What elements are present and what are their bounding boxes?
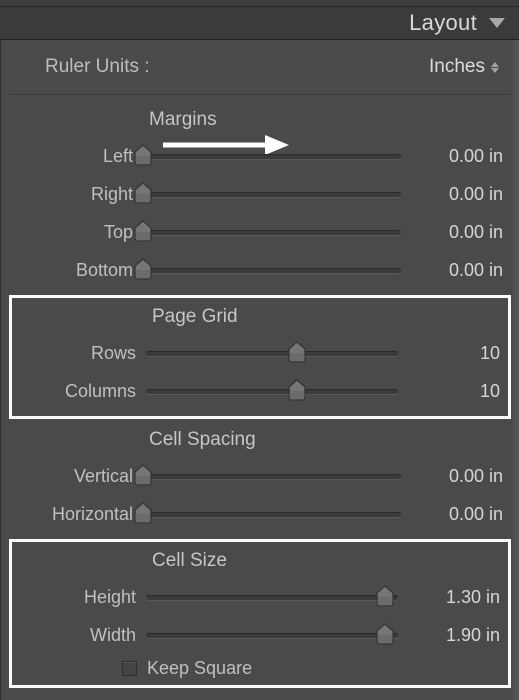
- margin-left-slider[interactable]: [143, 145, 401, 167]
- margin-top-value[interactable]: 0.00 in: [401, 222, 503, 243]
- cell-size-section: Cell Size Height 1.30 in Width 1.90 in K…: [9, 539, 511, 688]
- vertical-spacing-row: Vertical 0.00 in: [9, 457, 511, 495]
- margin-bottom-label: Bottom: [9, 260, 143, 281]
- cell-width-value[interactable]: 1.90 in: [398, 625, 500, 646]
- slider-handle-icon[interactable]: [376, 623, 394, 645]
- slider-handle-icon[interactable]: [134, 220, 152, 242]
- cell-size-title: Cell Size: [12, 550, 508, 572]
- ruler-units-dropdown[interactable]: Inches: [429, 56, 499, 78]
- margin-top-row: Top 0.00 in: [9, 213, 511, 251]
- margin-left-value[interactable]: 0.00 in: [401, 146, 503, 167]
- cell-height-row: Height 1.30 in: [12, 578, 508, 616]
- margin-right-row: Right 0.00 in: [9, 175, 511, 213]
- slider-handle-icon[interactable]: [288, 341, 306, 363]
- margin-top-label: Top: [9, 222, 143, 243]
- ruler-units-row: Ruler Units : Inches: [9, 40, 511, 95]
- layout-panel-body: Ruler Units : Inches Margins Left 0.00 i…: [0, 40, 519, 700]
- page-grid-section: Page Grid Rows 10 Columns 10: [9, 295, 511, 419]
- keep-square-label: Keep Square: [147, 658, 252, 679]
- horizontal-spacing-row: Horizontal 0.00 in: [9, 495, 511, 533]
- slider-handle-icon[interactable]: [134, 464, 152, 486]
- margin-top-slider[interactable]: [143, 221, 401, 243]
- columns-row: Columns 10: [12, 372, 508, 410]
- columns-label: Columns: [12, 381, 146, 402]
- columns-value[interactable]: 10: [398, 381, 500, 402]
- slider-handle-icon[interactable]: [134, 182, 152, 204]
- horizontal-spacing-value[interactable]: 0.00 in: [401, 504, 503, 525]
- keep-square-checkbox[interactable]: [122, 661, 137, 676]
- margin-left-label: Left: [9, 146, 143, 167]
- margin-right-label: Right: [9, 184, 143, 205]
- vertical-spacing-label: Vertical: [9, 466, 143, 487]
- keep-square-row: Keep Square: [12, 654, 508, 679]
- margin-right-slider[interactable]: [143, 183, 401, 205]
- panel-title: Layout: [409, 10, 477, 36]
- slider-handle-icon[interactable]: [376, 585, 394, 607]
- cell-spacing-section: Cell Spacing Vertical 0.00 in Horizontal…: [9, 421, 511, 537]
- slider-handle-icon[interactable]: [134, 144, 152, 166]
- vertical-spacing-slider[interactable]: [143, 465, 401, 487]
- cell-spacing-title: Cell Spacing: [9, 429, 511, 451]
- collapse-triangle-icon[interactable]: [489, 18, 505, 28]
- margin-bottom-value[interactable]: 0.00 in: [401, 260, 503, 281]
- margins-title: Margins: [9, 109, 511, 131]
- ruler-units-label: Ruler Units :: [45, 56, 429, 78]
- margin-left-row: Left 0.00 in: [9, 137, 511, 175]
- slider-handle-icon[interactable]: [134, 502, 152, 524]
- cell-width-row: Width 1.90 in: [12, 616, 508, 654]
- cell-height-label: Height: [12, 587, 146, 608]
- slider-handle-icon[interactable]: [288, 379, 306, 401]
- rows-row: Rows 10: [12, 334, 508, 372]
- cell-width-slider[interactable]: [146, 624, 398, 646]
- right-edge: [513, 40, 519, 700]
- horizontal-spacing-slider[interactable]: [143, 503, 401, 525]
- page-grid-title: Page Grid: [12, 306, 508, 328]
- rows-slider[interactable]: [146, 342, 398, 364]
- rows-value[interactable]: 10: [398, 343, 500, 364]
- margin-bottom-slider[interactable]: [143, 259, 401, 281]
- margin-bottom-row: Bottom 0.00 in: [9, 251, 511, 289]
- horizontal-spacing-label: Horizontal: [9, 504, 143, 525]
- panel-header[interactable]: Layout: [0, 7, 519, 40]
- cell-width-label: Width: [12, 625, 146, 646]
- dropdown-spinner-icon: [491, 62, 499, 73]
- vertical-spacing-value[interactable]: 0.00 in: [401, 466, 503, 487]
- rows-label: Rows: [12, 343, 146, 364]
- margin-right-value[interactable]: 0.00 in: [401, 184, 503, 205]
- ruler-units-value: Inches: [429, 56, 485, 78]
- margins-section: Margins Left 0.00 in Right 0.00 in Top: [9, 101, 511, 293]
- slider-handle-icon[interactable]: [134, 258, 152, 280]
- columns-slider[interactable]: [146, 380, 398, 402]
- cell-height-value[interactable]: 1.30 in: [398, 587, 500, 608]
- cell-height-slider[interactable]: [146, 586, 398, 608]
